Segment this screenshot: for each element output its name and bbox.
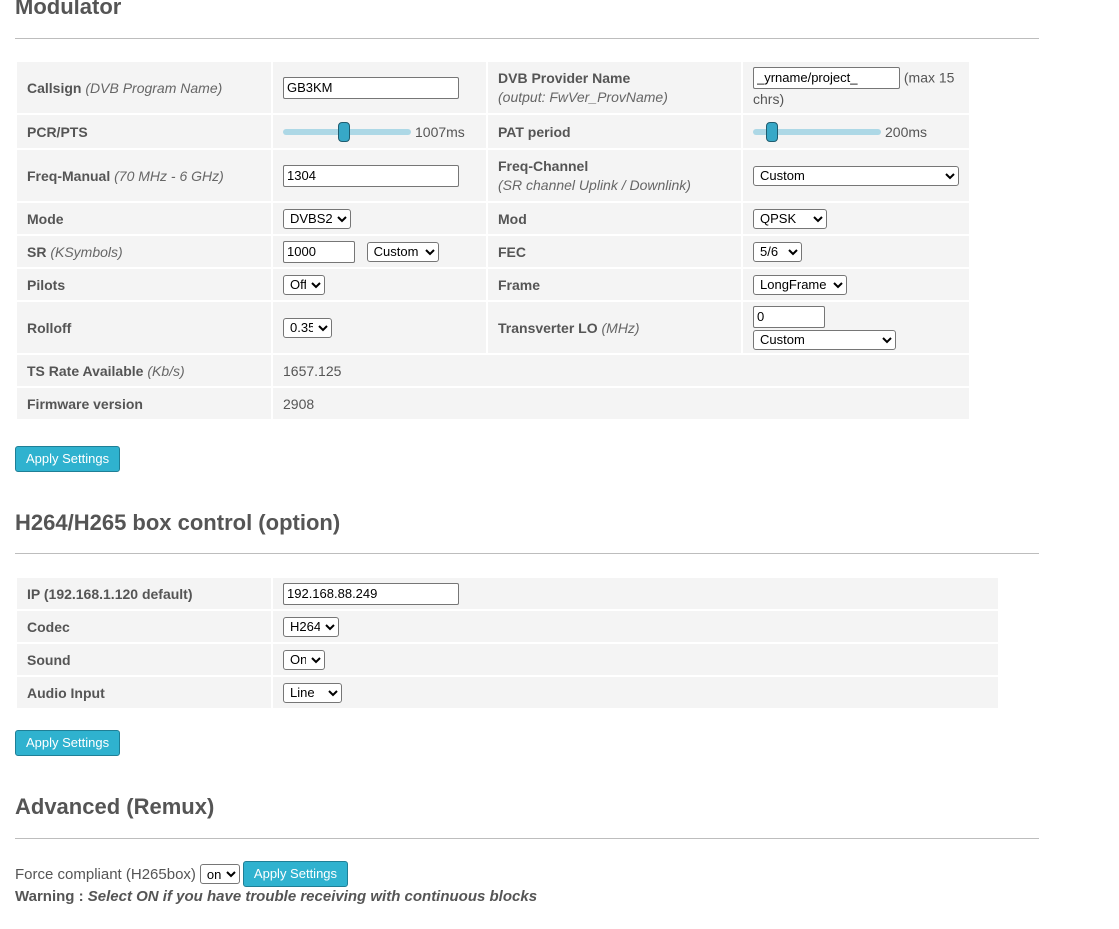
ts-rate-value: 1657.125	[283, 362, 342, 379]
sr-preset-select[interactable]: Custom	[366, 241, 439, 262]
modulator-divider	[15, 38, 1039, 39]
rolloff-label: Rolloff	[27, 319, 72, 336]
fec-select[interactable]: 5/6	[753, 241, 802, 262]
mod-label: Mod	[498, 210, 527, 227]
freq-channel-label: Freq-Channel	[498, 158, 589, 174]
mode-label: Mode	[27, 210, 64, 227]
h264-title: H264/H265 box control (option)	[15, 510, 341, 535]
firmware-label: Firmware version	[27, 395, 143, 412]
callsign-hint: (DVB Program Name)	[85, 79, 223, 96]
modulator-table: Callsign (DVB Program Name) DVB Provider…	[15, 60, 971, 421]
modulator-title: Modulator	[15, 0, 122, 19]
sr-input[interactable]	[283, 240, 355, 263]
ip-label: IP (192.168.1.120 default)	[27, 585, 193, 602]
mode-row: Mode DVBS2 Mod QPSK	[17, 203, 969, 234]
pcr-slider-thumb[interactable]	[338, 121, 351, 142]
audio-label: Audio Input	[27, 684, 105, 701]
frame-label: Frame	[498, 276, 541, 293]
provider-label: DVB Provider Name	[498, 70, 631, 86]
freq-input[interactable]	[283, 164, 459, 187]
force-compliant-row: Force compliant (H265box) on Apply Setti…	[15, 861, 349, 887]
transverter-select[interactable]: Custom	[753, 329, 896, 350]
ts-rate-row: TS Rate Available (Kb/s) 1657.125	[17, 355, 969, 386]
pat-slider-thumb[interactable]	[766, 121, 779, 142]
rolloff-row: Rolloff 0.35 Transverter LO (MHz) Custom	[17, 302, 969, 353]
advanced-apply-button[interactable]: Apply Settings	[242, 861, 349, 887]
pat-label: PAT period	[498, 123, 571, 140]
provider-sub: (output: FwVer_ProvName)	[498, 89, 668, 105]
freq-hint: (70 MHz - 6 GHz)	[114, 167, 224, 184]
callsign-input[interactable]	[283, 76, 459, 99]
freq-label: Freq-Manual	[27, 167, 111, 184]
callsign-row: Callsign (DVB Program Name) DVB Provider…	[17, 62, 969, 113]
warning-text: Warning : Select ON if you have trouble …	[15, 888, 537, 905]
pcr-label: PCR/PTS	[27, 123, 88, 140]
advanced-title: Advanced (Remux)	[15, 794, 215, 819]
firmware-row: Firmware version 2908	[17, 388, 969, 419]
pilots-row: Pilots Off Frame LongFrame	[17, 269, 969, 300]
pcr-slider[interactable]	[283, 121, 411, 142]
force-compliant-select[interactable]: on	[199, 864, 240, 884]
pcr-value: 1007ms	[415, 123, 465, 140]
sr-label: SR	[27, 243, 47, 260]
h264-apply-button[interactable]: Apply Settings	[15, 730, 121, 756]
ts-rate-label: TS Rate Available	[27, 362, 144, 379]
sr-hint: (KSymbols)	[50, 243, 123, 260]
h264-divider	[15, 553, 1039, 554]
freq-channel-select[interactable]: Custom	[753, 165, 959, 186]
pcr-row: PCR/PTS 1007ms PAT period 200ms	[17, 115, 969, 148]
codec-row: Codec H264	[17, 611, 998, 642]
frame-select[interactable]: LongFrame	[753, 274, 847, 295]
pat-slider[interactable]	[753, 121, 881, 142]
sr-row: SR (KSymbols) Custom FEC 5/6	[17, 236, 969, 267]
sound-row: Sound On	[17, 644, 998, 675]
advanced-divider	[15, 838, 1039, 839]
ip-input[interactable]	[283, 582, 459, 605]
firmware-value: 2908	[283, 395, 315, 412]
ip-row: IP (192.168.1.120 default)	[17, 578, 998, 609]
freq-row: Freq-Manual (70 MHz - 6 GHz) Freq-Channe…	[17, 150, 969, 201]
fec-label: FEC	[498, 243, 526, 260]
codec-label: Codec	[27, 618, 70, 635]
transverter-label: Transverter LO	[498, 319, 598, 336]
rolloff-select[interactable]: 0.35	[283, 317, 332, 338]
pilots-select[interactable]: Off	[283, 274, 325, 295]
mode-select[interactable]: DVBS2	[283, 208, 351, 229]
transverter-hint: (MHz)	[601, 319, 640, 336]
ts-rate-hint: (Kb/s)	[147, 362, 185, 379]
warning-message: Select ON if you have trouble receiving …	[87, 888, 538, 905]
callsign-label: Callsign	[27, 79, 82, 96]
pat-value: 200ms	[885, 123, 928, 140]
sound-select[interactable]: On	[283, 649, 325, 670]
sound-label: Sound	[27, 651, 71, 668]
freq-channel-sub: (SR channel Uplink / Downlink)	[498, 177, 691, 193]
audio-select[interactable]: Line	[283, 682, 342, 703]
transverter-input[interactable]	[753, 305, 825, 328]
modulator-apply-button[interactable]: Apply Settings	[15, 446, 121, 472]
mod-select[interactable]: QPSK	[753, 208, 827, 229]
provider-input[interactable]	[753, 66, 900, 89]
h264-table: IP (192.168.1.120 default) Codec H264 So…	[15, 576, 1000, 710]
warning-prefix: Warning :	[15, 888, 84, 905]
force-compliant-label: Force compliant (H265box)	[15, 865, 196, 883]
pilots-label: Pilots	[27, 276, 66, 293]
codec-select[interactable]: H264	[283, 616, 339, 637]
audio-row: Audio Input Line	[17, 677, 998, 708]
